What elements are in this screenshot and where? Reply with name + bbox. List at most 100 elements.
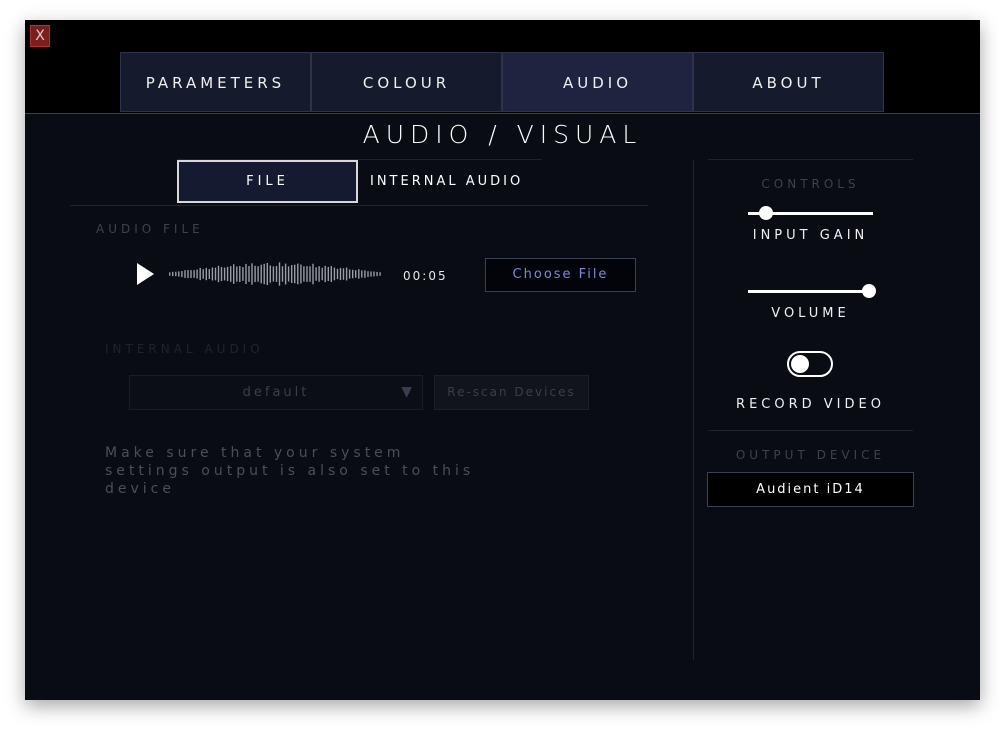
waveform-bar xyxy=(361,270,363,278)
divider xyxy=(70,205,648,206)
waveform-bar xyxy=(202,269,204,279)
waveform-bar xyxy=(275,266,278,282)
waveform-bar xyxy=(208,269,210,279)
close-button[interactable]: X xyxy=(30,25,50,47)
controls-label: CONTROLS xyxy=(761,177,860,191)
waveform-bar xyxy=(367,271,369,277)
waveform-bar xyxy=(214,267,217,281)
output-device-label: OUTPUT DEVICE xyxy=(735,448,886,462)
tab-about[interactable]: ABOUT xyxy=(693,52,884,112)
waveform-bar xyxy=(205,267,207,281)
divider xyxy=(708,159,913,160)
waveform-bar xyxy=(239,266,241,282)
mode-internal-audio-button[interactable]: INTERNAL AUDIO xyxy=(370,160,545,203)
waveform-bar xyxy=(269,265,271,283)
waveform-bar xyxy=(376,271,378,277)
volume-slider[interactable] xyxy=(748,284,877,298)
play-icon[interactable] xyxy=(135,262,155,286)
waveform-bar xyxy=(193,270,195,278)
waveform-bar xyxy=(257,266,259,282)
waveform-bar xyxy=(245,263,247,284)
input-device-value: default xyxy=(242,385,310,400)
waveform-bar xyxy=(266,263,268,285)
waveform-bar xyxy=(352,269,354,279)
waveform-bar xyxy=(303,266,305,282)
waveform-bar xyxy=(345,267,348,281)
waveform-bar xyxy=(187,270,189,279)
waveform-bar xyxy=(297,263,299,285)
waveform-bar xyxy=(358,269,360,279)
waveform-bar xyxy=(327,266,329,281)
internal-audio-label: INTERNAL AUDIO xyxy=(105,342,264,356)
waveform-bar xyxy=(251,263,253,285)
input-gain-slider[interactable] xyxy=(748,206,873,220)
waveform-bar xyxy=(348,269,351,279)
waveform-bar xyxy=(223,267,226,281)
waveform-bar xyxy=(339,267,342,281)
record-video-toggle[interactable] xyxy=(787,351,833,377)
waveform-bar xyxy=(175,271,177,277)
waveform-bar xyxy=(169,272,171,276)
rescan-devices-button[interactable]: Re-scan Devices xyxy=(434,375,589,410)
waveform-bar xyxy=(181,271,183,278)
waveform-bar xyxy=(190,270,192,278)
divider xyxy=(708,430,913,431)
waveform-bar xyxy=(263,263,265,285)
waveform-bar xyxy=(291,265,293,283)
waveform-bar xyxy=(260,264,262,284)
output-device-select[interactable]: Audient iD14 xyxy=(707,472,914,507)
waveform-bar xyxy=(278,262,281,286)
waveform-bar xyxy=(281,266,284,282)
waveform-bar xyxy=(370,271,372,277)
waveform-bar xyxy=(220,266,223,281)
waveform-bar xyxy=(330,266,332,282)
waveform-bar xyxy=(199,267,201,281)
waveform-bar xyxy=(217,265,220,283)
waveform-bar xyxy=(309,266,311,282)
waveform-bar xyxy=(333,267,336,281)
tab-bar: PARAMETERS COLOUR AUDIO ABOUT xyxy=(25,52,980,114)
waveform-bar xyxy=(230,266,232,282)
choose-file-button[interactable]: Choose File xyxy=(485,258,636,292)
waveform-bar xyxy=(254,265,256,283)
waveform-bar xyxy=(373,271,375,277)
toggle-knob xyxy=(791,355,809,373)
volume-label: VOLUME xyxy=(771,306,850,321)
waveform-bar xyxy=(172,271,174,277)
waveform-bar xyxy=(336,268,339,280)
device-hint-text: Make sure that your system settings outp… xyxy=(105,445,475,497)
column-divider xyxy=(693,160,694,660)
waveform-bar xyxy=(287,266,290,282)
waveform-bar xyxy=(284,263,287,285)
input-gain-label: INPUT GAIN xyxy=(752,228,869,243)
tab-audio[interactable]: AUDIO xyxy=(502,52,693,112)
waveform-bar xyxy=(318,266,320,282)
waveform-bar xyxy=(342,268,345,280)
title-bar: X xyxy=(25,20,980,52)
dropdown-arrow-icon: ▼ xyxy=(401,384,412,400)
waveform-bar xyxy=(312,263,314,285)
waveform-bar xyxy=(379,272,381,276)
waveform-bar xyxy=(300,264,302,284)
slider-thumb[interactable] xyxy=(758,206,773,220)
waveform-bar xyxy=(321,267,323,281)
input-device-select[interactable]: default ▼ xyxy=(129,375,423,410)
waveform[interactable] xyxy=(168,261,383,287)
slider-thumb[interactable] xyxy=(862,284,877,298)
slider-track xyxy=(748,290,873,293)
page-title: AUDIO / VISUAL xyxy=(362,120,643,149)
playback-time: 00:05 xyxy=(403,269,448,283)
waveform-bar xyxy=(178,271,180,277)
app-window: X PARAMETERS COLOUR AUDIO ABOUT AUDIO / … xyxy=(25,20,980,700)
mode-file-button[interactable]: FILE xyxy=(177,160,358,203)
waveform-bar xyxy=(324,265,326,283)
audio-file-label: AUDIO FILE xyxy=(96,222,204,236)
waveform-bar xyxy=(306,266,308,282)
tab-colour[interactable]: COLOUR xyxy=(311,52,502,112)
waveform-bar xyxy=(211,267,214,281)
waveform-bar xyxy=(242,267,244,281)
waveform-bar xyxy=(364,270,366,278)
waveform-bar xyxy=(236,266,238,282)
waveform-bar xyxy=(226,266,229,282)
tab-parameters[interactable]: PARAMETERS xyxy=(120,52,311,112)
